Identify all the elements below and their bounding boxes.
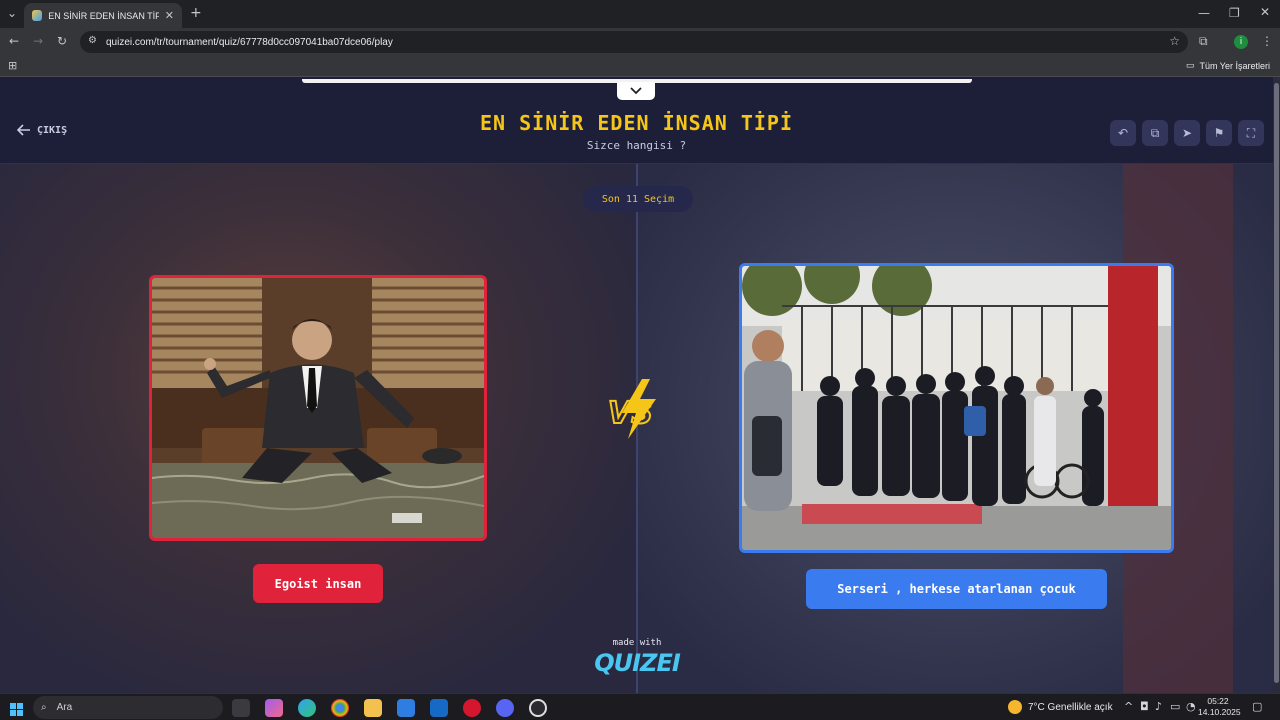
- option-right-image[interactable]: [739, 263, 1174, 553]
- task-view-icon[interactable]: [232, 699, 250, 717]
- share-icon: ⧉: [1150, 125, 1160, 140]
- opera-icon[interactable]: [463, 699, 481, 717]
- option-left-image[interactable]: [149, 275, 487, 541]
- send-icon: ➤: [1181, 126, 1193, 140]
- undo-button[interactable]: ↶: [1110, 120, 1136, 146]
- windows-start-icon[interactable]: [10, 701, 23, 720]
- search-icon: ⌕: [41, 702, 47, 713]
- windows-taskbar: ⌕ Ara 7°C Genellikle açık ^ ◘ ♪ ▭ ◔ 05:2…: [0, 693, 1280, 720]
- weather-sun-icon: [1008, 700, 1022, 714]
- store-icon[interactable]: [397, 699, 415, 717]
- profile-avatar[interactable]: i: [1234, 35, 1248, 49]
- bookmarks-bar: ⊞ ▭ Tüm Yer İşaretleri: [0, 56, 1280, 77]
- taskbar-search[interactable]: ⌕ Ara: [33, 696, 223, 719]
- chrome-icon[interactable]: [331, 699, 349, 717]
- chevron-down-icon[interactable]: [617, 82, 655, 100]
- forward-icon[interactable]: →: [33, 34, 43, 48]
- new-tab-icon[interactable]: +: [190, 5, 202, 21]
- camera-icon[interactable]: ◘: [1140, 700, 1149, 713]
- tray-chevron-icon[interactable]: ^: [1124, 700, 1133, 713]
- option-left-label-button[interactable]: Egoist insan: [253, 564, 383, 603]
- send-button[interactable]: ➤: [1174, 120, 1200, 146]
- share-button[interactable]: ⧉: [1142, 120, 1168, 146]
- quiz-page: ÇIKIŞ EN SİNİR EDEN İNSAN TİPİ Sizce han…: [0, 77, 1273, 693]
- file-explorer-icon[interactable]: [364, 699, 382, 717]
- page-scrollbar[interactable]: [1273, 77, 1280, 693]
- discord-icon[interactable]: [496, 699, 514, 717]
- omnibox[interactable]: ⚙ quizei.com/tr/tournament/quiz/67778d0c…: [80, 31, 1188, 53]
- clock-time: 05:22: [1207, 696, 1229, 706]
- taskbar-search-placeholder: Ara: [56, 702, 73, 713]
- option-right-label-button[interactable]: Serseri , herkese atarlanan çocuk: [806, 569, 1107, 609]
- weather-widget[interactable]: 7°C Genellikle açık: [1008, 700, 1113, 714]
- quiz-header: ÇIKIŞ EN SİNİR EDEN İNSAN TİPİ Sizce han…: [0, 77, 1273, 164]
- all-bookmarks-button[interactable]: ▭ Tüm Yer İşaretleri: [1186, 60, 1270, 71]
- tab-close-icon[interactable]: ✕: [165, 9, 174, 22]
- vs-text: VS: [608, 396, 653, 431]
- quiz-title: EN SİNİR EDEN İNSAN TİPİ: [480, 111, 793, 135]
- tab-search-icon[interactable]: ⌄: [7, 6, 17, 20]
- minimize-icon[interactable]: —: [1198, 6, 1210, 20]
- browser-tab[interactable]: EN SİNİR EDEN İNSAN TİPİ - Qu ✕: [24, 3, 182, 28]
- copilot-icon[interactable]: [265, 699, 283, 717]
- extensions-icon[interactable]: ⧉: [1199, 34, 1208, 49]
- restore-icon[interactable]: ❐: [1229, 6, 1240, 20]
- url-text[interactable]: quizei.com/tr/tournament/quiz/67778d0cc0…: [106, 37, 393, 48]
- fullscreen-icon: ⛶: [1246, 125, 1256, 140]
- flag-icon: ⚑: [1213, 126, 1225, 140]
- network-icon[interactable]: ▭: [1170, 700, 1180, 713]
- office-scene-illustration: [152, 278, 484, 538]
- apps-grid-icon[interactable]: ⊞: [8, 59, 17, 72]
- microphone-icon[interactable]: ♪: [1155, 700, 1162, 713]
- weather-text: 7°C Genellikle açık: [1028, 701, 1113, 713]
- address-bar-row: ← → ↻ ⚙ quizei.com/tr/tournament/quiz/67…: [0, 28, 1280, 56]
- vs-emblem: VS: [602, 377, 674, 441]
- quiz-subtitle: Sizce hangisi ?: [586, 139, 687, 152]
- edge-icon[interactable]: [298, 699, 316, 717]
- back-icon[interactable]: ←: [9, 34, 19, 48]
- school-crowd-illustration: [742, 266, 1171, 550]
- folder-icon: ▭: [1185, 60, 1195, 70]
- browser-tab-bar: ⌄ EN SİNİR EDEN İNSAN TİPİ - Qu ✕ + — ❐ …: [0, 0, 1280, 28]
- undo-icon: ↶: [1117, 126, 1129, 140]
- clock-date: 14.10.2025: [1198, 707, 1241, 717]
- outlook-icon[interactable]: [430, 699, 448, 717]
- fullscreen-button[interactable]: ⛶: [1238, 120, 1264, 146]
- menu-icon[interactable]: ⋮: [1261, 34, 1273, 48]
- tab-title: EN SİNİR EDEN İNSAN TİPİ - Qu: [48, 10, 159, 21]
- tab-favicon-icon: [32, 10, 43, 21]
- round-indicator: Son 11 Seçim: [583, 186, 693, 212]
- notifications-icon[interactable]: ▢: [1252, 700, 1262, 713]
- quizei-logo[interactable]: QUIZEI: [587, 649, 687, 677]
- obs-icon[interactable]: [529, 699, 547, 717]
- volume-icon[interactable]: ◔: [1186, 700, 1196, 713]
- bookmark-star-icon[interactable]: ☆: [1169, 34, 1180, 48]
- all-bookmarks-label: Tüm Yer İşaretleri: [1199, 60, 1270, 71]
- close-window-icon[interactable]: ✕: [1260, 5, 1270, 19]
- system-clock[interactable]: 05:22 14.10.2025: [1198, 696, 1241, 718]
- reload-icon[interactable]: ↻: [57, 34, 67, 48]
- made-with-text: made with: [612, 638, 662, 648]
- report-button[interactable]: ⚑: [1206, 120, 1232, 146]
- site-info-icon[interactable]: ⚙: [88, 35, 97, 46]
